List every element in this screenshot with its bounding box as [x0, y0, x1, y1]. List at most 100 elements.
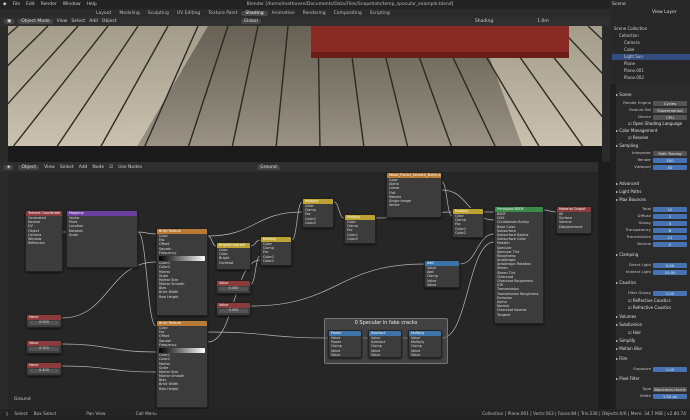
- node-editor-type-icon[interactable]: ◈: [4, 164, 14, 170]
- select-menu[interactable]: Select: [71, 19, 85, 24]
- prop-motion-blur[interactable]: ▸ Motion Blur: [616, 346, 688, 352]
- node-mix4[interactable]: Multiply Color Clamp Fac Color1 Color2: [452, 208, 484, 238]
- node-add-menu[interactable]: Add: [79, 165, 88, 170]
- shading-menu[interactable]: Shading: [475, 19, 493, 24]
- node-image[interactable]: Wood_Planks_Smooth_Bump.png Color Alpha Lin…: [386, 172, 442, 218]
- blender-logo-icon[interactable]: ◆: [3, 2, 6, 7]
- prop-light-paths[interactable]: ▸ Light Paths: [616, 189, 688, 195]
- viewport-toolbar[interactable]: [0, 26, 8, 162]
- tab-compositing[interactable]: Compositing: [330, 11, 366, 16]
- node-mix1[interactable]: Multiply Color Clamp Fac Color1 Color2: [260, 236, 292, 266]
- node-editor-toolbar[interactable]: [0, 172, 8, 409]
- prop-caustics[interactable]: ▸ Caustics: [616, 280, 688, 286]
- use-nodes-checkbox[interactable]: ☑: [109, 165, 113, 170]
- prop-refractive-caustics[interactable]: ☑ Refractive Caustics: [616, 305, 688, 311]
- tab-animation[interactable]: Animation: [268, 11, 299, 16]
- node-value-field[interactable]: 0.450: [219, 308, 248, 313]
- tab-rendering[interactable]: Rendering: [299, 11, 330, 16]
- prop-value-field[interactable]: Blackman-Harris: [653, 386, 687, 392]
- node-mapping[interactable]: Mapping Vector Point Location Rotation Scale: [66, 210, 138, 268]
- outliner-item[interactable]: Scene Collection: [612, 26, 690, 32]
- node-value3[interactable]: Value 0.900: [26, 314, 62, 328]
- node-math2[interactable]: Subtract Value Subtract Clamp Value Value: [368, 330, 402, 358]
- outliner-item[interactable]: Cube: [612, 47, 690, 53]
- prop-value-field[interactable]: Path Tracing: [653, 150, 687, 156]
- prop-value-field[interactable]: 100: [653, 157, 687, 163]
- prop-reflective-caustics[interactable]: ☑ Reflective Caustics: [616, 298, 688, 304]
- outliner-item[interactable]: Light.Sun: [612, 54, 690, 60]
- outliner-item[interactable]: Plane: [612, 61, 690, 67]
- node-bright[interactable]: Bright/Contrast Color Color Bright Contrast: [216, 242, 251, 270]
- prop-film[interactable]: ▸ Film: [616, 356, 688, 362]
- prop-value-field[interactable]: 1.50 px: [653, 393, 687, 399]
- node-add[interactable]: Add Value Add Clamp Value Value: [424, 260, 460, 288]
- menu-help[interactable]: Help: [87, 2, 97, 7]
- prop-value-field[interactable]: 8: [653, 227, 687, 233]
- node-math3[interactable]: Multiply Value Multiply Clamp Value Value: [408, 330, 442, 358]
- view-menu[interactable]: View: [57, 19, 68, 24]
- prop-simplify[interactable]: ▸ Simplify: [616, 338, 688, 344]
- prop-value-field[interactable]: Experimental: [653, 107, 687, 113]
- orientation-dropdown[interactable]: Global: [240, 19, 261, 24]
- node-value5[interactable]: Value 0.400: [26, 362, 62, 376]
- tab-modeling[interactable]: Modeling: [115, 11, 143, 16]
- prop-value-field[interactable]: 10.00: [653, 269, 687, 275]
- prop-clamping[interactable]: ▸ Clamping: [616, 252, 688, 258]
- menu-window[interactable]: Window: [63, 2, 81, 7]
- viewport-navigation-gizmo[interactable]: [602, 26, 610, 162]
- node-value-field[interactable]: 0.400: [29, 368, 59, 373]
- prop-value-field[interactable]: CPU: [653, 114, 687, 120]
- view-layer-selector[interactable]: View Layer: [652, 10, 677, 15]
- node-math1[interactable]: Power Value Power Clamp Value Value: [328, 330, 362, 358]
- editor-type-icon[interactable]: ▣: [4, 19, 15, 24]
- node-editor[interactable]: 0 Specular in fake cracks Texture Coordin…: [0, 172, 598, 409]
- node-value-field[interactable]: 0.300: [29, 346, 59, 351]
- node-brick2[interactable]: Brick Texture Color Fac Offset Squash Frequen…: [156, 320, 208, 408]
- node-view-menu[interactable]: View: [44, 165, 55, 170]
- outliner-item[interactable]: Plane.002: [612, 75, 690, 81]
- prop-sampling[interactable]: ▸ Sampling: [616, 143, 688, 149]
- shader-type-dropdown[interactable]: Object: [18, 164, 40, 170]
- tab-sculpting[interactable]: Sculpting: [144, 11, 173, 16]
- prop-volumes[interactable]: ▸ Volumes: [616, 314, 688, 320]
- object-menu[interactable]: Object: [102, 19, 117, 24]
- node-value4[interactable]: Value 0.300: [26, 340, 62, 354]
- prop-hair[interactable]: ☑ Hair: [616, 330, 688, 336]
- node-value2[interactable]: Value 0.450: [216, 302, 251, 316]
- node-value1[interactable]: Value 0.400: [216, 280, 251, 294]
- node-value-field[interactable]: 0.400: [219, 286, 248, 291]
- mode-dropdown[interactable]: Object Mode: [18, 19, 53, 24]
- add-menu[interactable]: Add: [89, 19, 98, 24]
- tab-scripting[interactable]: Scripting: [366, 11, 394, 16]
- node-mix2[interactable]: Multiply Color Clamp Fac Color1 Color2: [302, 198, 334, 228]
- prop-value-field[interactable]: 12: [653, 206, 687, 212]
- prop-subdivision[interactable]: ▸ Subdivision: [616, 322, 688, 328]
- prop-value-field[interactable]: 1.00: [653, 290, 687, 296]
- prop-max-bounces[interactable]: ▸ Max Bounces: [616, 197, 688, 203]
- menu-file[interactable]: File: [12, 2, 20, 7]
- prop-scene[interactable]: ▸ Scene: [616, 92, 688, 98]
- prop-value-field[interactable]: Cycles: [653, 100, 687, 106]
- prop-advanced[interactable]: ▸ Advanced: [616, 181, 688, 187]
- scene-selector[interactable]: Scene: [612, 2, 626, 7]
- prop-resolve[interactable]: ☑ Resolve: [616, 135, 688, 141]
- node-tex-coord[interactable]: Texture Coordinate Generated Normal UV Objec…: [25, 210, 63, 272]
- prop-value-field[interactable]: 1.00: [653, 366, 687, 372]
- node-value-field[interactable]: 0.900: [29, 320, 59, 325]
- node-node-menu[interactable]: Node: [92, 165, 104, 170]
- prop-value-field[interactable]: 12: [653, 234, 687, 240]
- tab-layout[interactable]: Layout: [92, 11, 115, 16]
- prop-value-field[interactable]: 2: [653, 213, 687, 219]
- tab-shading[interactable]: Shading: [241, 10, 268, 16]
- outliner-item[interactable]: Camera: [612, 40, 690, 46]
- tab-uv-editing[interactable]: UV Editing: [173, 11, 204, 16]
- outliner-item[interactable]: Plane.001: [612, 68, 690, 74]
- node-brick1[interactable]: Brick Texture Color Fac Offset Squash Frequen…: [156, 228, 208, 316]
- node-select-menu[interactable]: Select: [60, 165, 74, 170]
- prop-value-field[interactable]: 50: [653, 164, 687, 170]
- prop-osl[interactable]: ☑ Open Shading Language: [616, 121, 688, 127]
- outliner-item[interactable]: Collection: [612, 33, 690, 39]
- 3d-viewport[interactable]: [8, 26, 610, 162]
- tab-texture-paint[interactable]: Texture Paint: [204, 11, 241, 16]
- menu-edit[interactable]: Edit: [26, 2, 35, 7]
